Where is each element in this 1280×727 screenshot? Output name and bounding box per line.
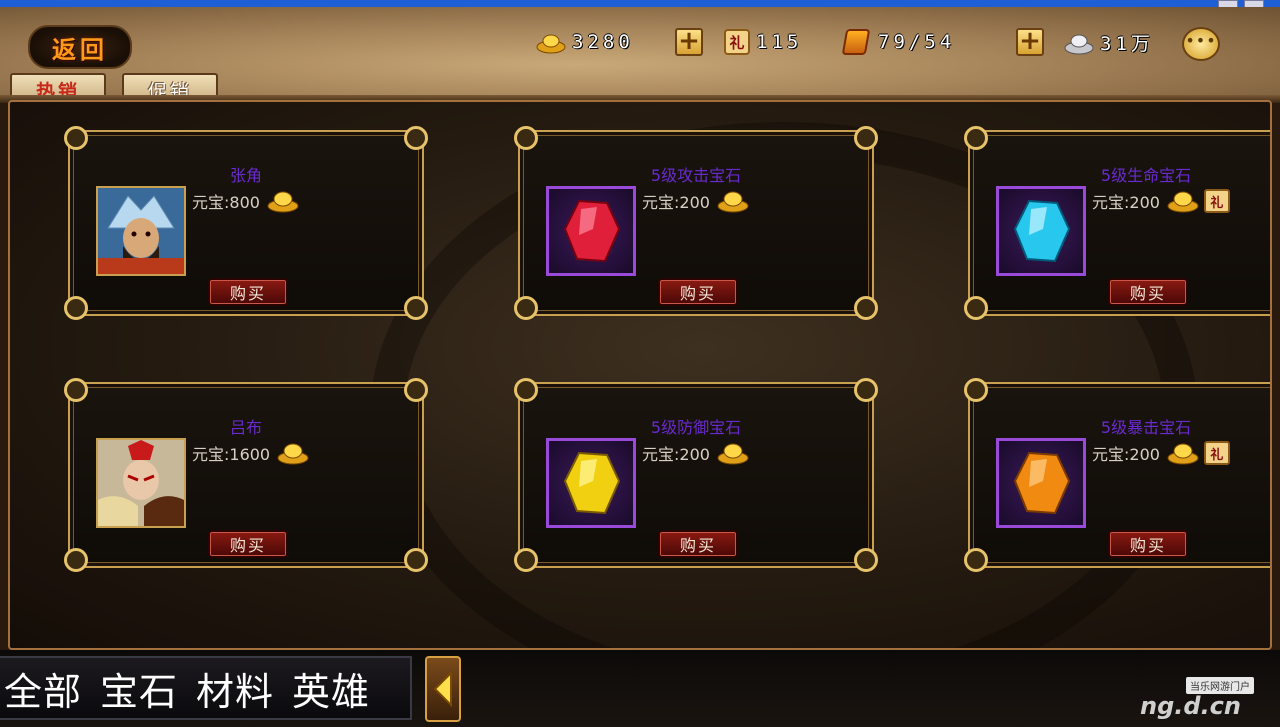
category-filter-bar: 全部 宝石 材料 英雄	[0, 656, 412, 720]
stamina-counter: 79/54	[841, 27, 956, 57]
item-price-label: 元宝:1600	[192, 445, 271, 464]
top-resource-bar: 返回 3280 + 礼 115 79/54 + 31万 ••• 热销 促销	[0, 7, 1280, 105]
gift-token-counter: 礼 115	[724, 27, 802, 57]
item-price: 元宝:200	[642, 188, 750, 214]
item-name: 5级暴击宝石	[1100, 418, 1192, 437]
gold-ingot-icon	[266, 188, 300, 214]
gold-ingot-icon	[1166, 188, 1200, 214]
shop-item-card: 5级攻击宝石 元宝:200 购买	[514, 126, 878, 320]
gold-value: 3280	[572, 31, 634, 53]
gem-thumbnail[interactable]	[546, 186, 636, 276]
shop-item-card: 5级暴击宝石 元宝:200 礼 购买	[964, 378, 1270, 572]
buy-button[interactable]: 购买	[1108, 530, 1188, 558]
arrow-left-icon	[433, 670, 452, 708]
item-price: 元宝:200	[642, 440, 750, 466]
item-price: 元宝:1600	[192, 440, 310, 466]
gold-ingot-icon	[1166, 440, 1200, 466]
filter-materials[interactable]: 材料	[196, 661, 274, 716]
item-name: 张角	[229, 166, 262, 185]
shop-item-card: 5级防御宝石 元宝:200 购买	[514, 378, 878, 572]
hero-portrait[interactable]	[96, 186, 186, 276]
gem-thumbnail[interactable]	[996, 186, 1086, 276]
buy-button[interactable]: 购买	[1108, 278, 1188, 306]
gold-ingot-icon	[536, 30, 566, 54]
gold-ingot-icon	[716, 440, 750, 466]
back-button[interactable]: 返回	[28, 25, 132, 69]
item-price: 元宝:800	[192, 188, 300, 214]
item-price-label: 元宝:800	[192, 193, 260, 212]
stamina-value: 79/54	[878, 31, 956, 53]
gift-token-value: 115	[756, 31, 803, 53]
collapse-filter-button[interactable]	[425, 656, 461, 722]
item-price: 元宝:200 礼	[1092, 188, 1230, 214]
silver-ingot-icon	[1064, 29, 1094, 55]
hero-portrait[interactable]	[96, 438, 186, 528]
filter-all[interactable]: 全部	[4, 661, 82, 716]
gem-thumbnail[interactable]	[546, 438, 636, 528]
window-titlebar-strip	[0, 0, 1280, 7]
watermark-logo: ng.d.cn	[1140, 692, 1241, 720]
chat-button[interactable]: •••	[1182, 27, 1220, 61]
add-gold-button[interactable]: +	[675, 28, 703, 56]
add-stamina-button[interactable]: +	[1016, 28, 1044, 56]
item-price-label: 元宝:200	[1092, 445, 1160, 464]
item-price-label: 元宝:200	[1092, 193, 1160, 212]
gift-token-icon: 礼	[1203, 189, 1230, 213]
gem-thumbnail[interactable]	[996, 438, 1086, 528]
buy-button[interactable]: 购买	[658, 278, 738, 306]
shop-panel: 张角 元宝:800 购买 5级攻击宝石 元宝:200 购买 5级生命宝石 元宝:…	[8, 100, 1272, 650]
item-price-label: 元宝:200	[642, 193, 710, 212]
shop-item-card: 5级生命宝石 元宝:200 礼 购买	[964, 126, 1270, 320]
buy-button[interactable]: 购买	[208, 530, 288, 558]
silver-value: 31万	[1100, 32, 1154, 55]
silver-counter: 31万	[1064, 27, 1154, 57]
buy-button[interactable]: 购买	[208, 278, 288, 306]
gift-token-icon: 礼	[1203, 441, 1230, 465]
gold-counter: 3280	[536, 27, 634, 57]
item-name: 吕布	[229, 418, 262, 437]
filter-gems[interactable]: 宝石	[100, 661, 178, 716]
filter-heroes[interactable]: 英雄	[292, 661, 370, 716]
gold-ingot-icon	[716, 188, 750, 214]
gold-ingot-icon	[276, 440, 310, 466]
item-price: 元宝:200 礼	[1092, 440, 1230, 466]
shop-item-card: 张角 元宝:800 购买	[64, 126, 428, 320]
item-name: 5级防御宝石	[650, 418, 742, 437]
item-name: 5级生命宝石	[1100, 166, 1192, 185]
buy-button[interactable]: 购买	[658, 530, 738, 558]
stamina-token-icon	[841, 29, 871, 55]
shop-item-card: 吕布 元宝:1600 购买	[64, 378, 428, 572]
item-price-label: 元宝:200	[642, 445, 710, 464]
item-name: 5级攻击宝石	[650, 166, 742, 185]
chat-bubble-icon: •••	[1185, 31, 1217, 50]
gift-token-icon: 礼	[724, 29, 750, 55]
